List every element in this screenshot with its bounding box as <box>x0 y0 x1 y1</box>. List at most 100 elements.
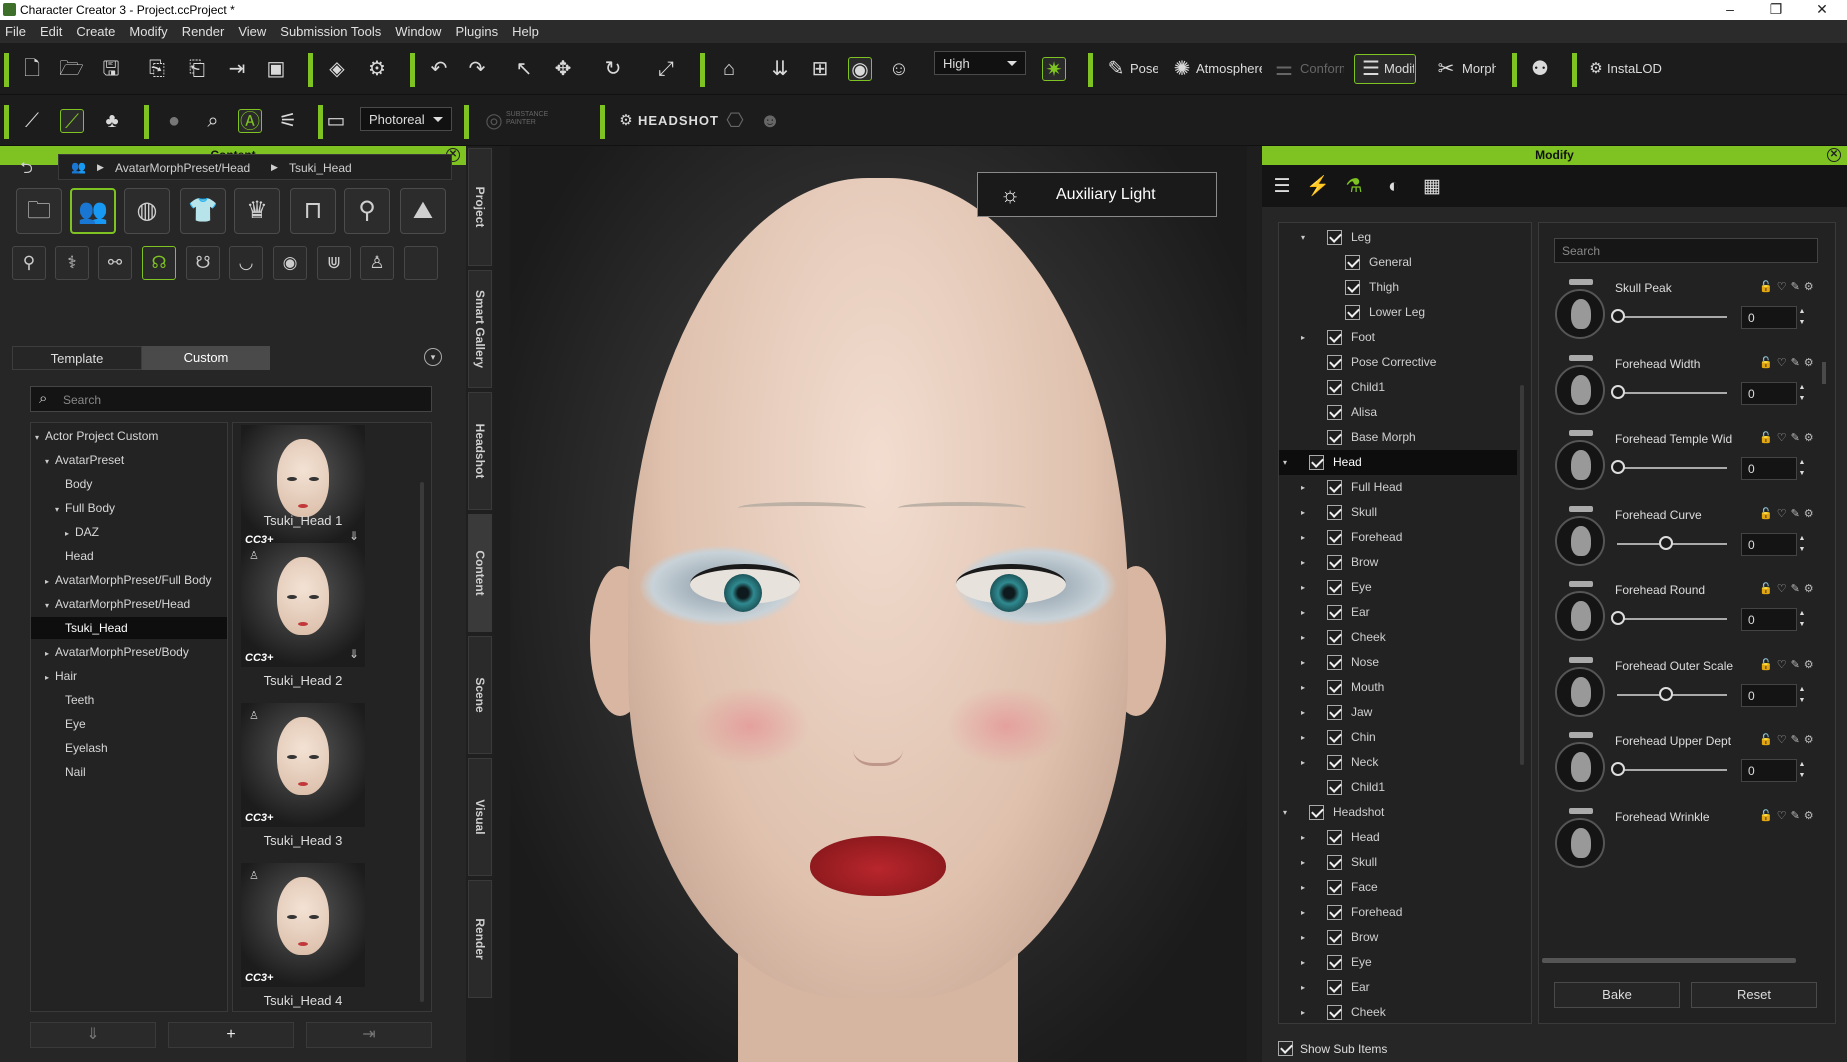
rotate-icon[interactable]: ↻ <box>601 57 625 81</box>
thumbnails-scrollbar[interactable] <box>420 482 424 1002</box>
expanded-arrow-icon[interactable]: ▾ <box>45 451 55 473</box>
pose-icon[interactable]: ✎ <box>1104 57 1128 81</box>
folder-tree-item[interactable]: ▾ AvatarMorphPreset/Head <box>31 593 227 615</box>
pose-library-icon[interactable]: ⚲ <box>344 188 390 234</box>
gizmo-icon[interactable]: ⟋ <box>20 109 44 133</box>
spinner-arrows-icon[interactable]: ▲ ▼ <box>1797 759 1807 782</box>
slider-search-input[interactable]: Search <box>1554 238 1818 263</box>
morph-tree-item[interactable]: ▸ Skull <box>1279 850 1531 875</box>
tab-smart-gallery[interactable]: Smart Gallery <box>468 270 492 388</box>
menu-file[interactable]: File <box>0 20 33 39</box>
reset-button[interactable]: Reset <box>1691 982 1817 1008</box>
tab-custom[interactable]: Custom <box>142 346 270 370</box>
favorite-icon[interactable]: ♡ <box>1777 583 1791 595</box>
morph-tree-item[interactable]: ▸ Ear <box>1279 975 1531 1000</box>
folder-tree-item[interactable]: ▸ AvatarMorphPreset/Full Body <box>31 569 227 591</box>
settings-icon[interactable]: ⚙ <box>1804 583 1818 595</box>
checkbox-icon[interactable] <box>1345 280 1360 295</box>
lock-icon[interactable]: 🔓 <box>1759 810 1777 822</box>
hair-icon[interactable]: ♙ <box>360 246 394 280</box>
conform-button[interactable]: Conform <box>1300 61 1344 76</box>
folder-tree-item[interactable]: Eye <box>31 713 227 735</box>
slider-knob[interactable] <box>1611 762 1625 776</box>
collapsed-arrow-icon[interactable]: ▸ <box>1301 650 1305 675</box>
folder-tree-item[interactable]: Nail <box>31 761 227 783</box>
edit-icon[interactable]: ✎ <box>1791 583 1804 595</box>
atmosphere-button[interactable]: Atmosphere <box>1196 61 1262 76</box>
zoom-icon[interactable]: ⌕ <box>201 109 225 133</box>
move-icon[interactable]: ✥ <box>551 57 575 81</box>
frame-selection-icon[interactable]: ⊞ <box>808 57 832 81</box>
menu-view[interactable]: View <box>231 20 273 39</box>
headshot-button[interactable]: HEADSHOT <box>638 113 719 128</box>
settings-icon[interactable]: ⚙ <box>1804 659 1818 671</box>
checkbox-icon[interactable] <box>1327 680 1342 695</box>
scale-icon[interactable]: ⤢ <box>654 57 678 81</box>
morph-tree-item[interactable]: Pose Corrective <box>1279 350 1531 375</box>
morph-tree-item[interactable]: ▸ Head <box>1279 825 1531 850</box>
head-morph-icon[interactable]: ☊ <box>142 246 176 280</box>
bake-button[interactable]: Bake <box>1554 982 1680 1008</box>
expanded-arrow-icon[interactable]: ▾ <box>45 595 55 617</box>
breadcrumb-item[interactable]: Tsuki_Head <box>289 161 352 175</box>
morph-tree-item[interactable]: ▸ Jaw <box>1279 700 1531 725</box>
lips-icon[interactable]: ◡ <box>229 246 263 280</box>
menu-submission-tools[interactable]: Submission Tools <box>273 20 388 39</box>
actor-library-icon[interactable]: 👥 <box>70 188 116 234</box>
instalod-icon[interactable]: ⚙ <box>1584 57 1608 81</box>
morph-button[interactable]: Morph <box>1462 61 1496 76</box>
morph-tree-item[interactable]: Base Morph <box>1279 425 1531 450</box>
checkbox-icon[interactable] <box>1327 555 1342 570</box>
apply-button[interactable]: ⇥ <box>306 1022 432 1048</box>
folder-tree-item[interactable]: Body <box>31 473 227 495</box>
folder-tree-item[interactable]: Eyelash <box>31 737 227 759</box>
morph-tree-item[interactable]: ▸ Cheek <box>1279 625 1531 650</box>
morph-tree-item[interactable]: General <box>1279 250 1531 275</box>
slider-track[interactable] <box>1617 769 1727 771</box>
checkbox-icon[interactable] <box>1327 705 1342 720</box>
atmosphere-icon[interactable]: ✺ <box>1170 57 1194 81</box>
spinner-arrows-icon[interactable]: ▲ ▼ <box>1797 306 1807 329</box>
spinner-arrows-icon[interactable]: ▲ ▼ <box>1797 684 1807 707</box>
morph-tree-item[interactable]: ▸ Full Head <box>1279 475 1531 500</box>
folder-tree-item[interactable]: Head <box>31 545 227 567</box>
face-profile-icon[interactable]: ☋ <box>186 246 220 280</box>
favorite-icon[interactable]: ♡ <box>1777 357 1791 369</box>
folder-library-icon[interactable]: 🗀 <box>16 188 62 234</box>
body-morph-icon[interactable]: ⚲ <box>12 246 46 280</box>
modify-button[interactable]: Modify <box>1384 61 1414 76</box>
mesh-edit-icon[interactable]: ⟋ <box>60 109 84 133</box>
settings-icon[interactable]: ⚙ <box>1804 508 1818 520</box>
slider-value-input[interactable]: 0 <box>1741 759 1797 782</box>
select-icon[interactable]: ↖ <box>512 57 536 81</box>
spinner-arrows-icon[interactable]: ▲ ▼ <box>1797 533 1807 556</box>
tab-scene[interactable]: Scene <box>468 636 492 754</box>
expanded-arrow-icon[interactable]: ▾ <box>1283 800 1287 825</box>
show-sub-items-checkbox[interactable]: Show Sub Items <box>1278 1040 1478 1058</box>
tab-visual[interactable]: Visual <box>468 758 492 876</box>
sphere-icon[interactable]: ● <box>162 109 186 133</box>
morph-tree-item[interactable]: ▸ Mouth <box>1279 675 1531 700</box>
render-mode-icon[interactable]: ▭ <box>324 109 348 133</box>
folder-tree-item[interactable]: ▸ AvatarMorphPreset/Body <box>31 641 227 663</box>
spinner-arrows-icon[interactable]: ▲ ▼ <box>1797 457 1807 480</box>
checkbox-icon[interactable] <box>1345 305 1360 320</box>
maximize-button[interactable]: ❐ <box>1753 0 1799 20</box>
morph-tree-item[interactable]: ▾ Headshot <box>1279 800 1531 825</box>
instalod-button[interactable]: InstaLOD <box>1607 61 1662 76</box>
pose-offset-icon[interactable]: ⚙ <box>365 57 389 81</box>
settings-icon[interactable]: ⚙ <box>1804 810 1818 822</box>
prop-library-icon[interactable]: ⊓ <box>290 188 336 234</box>
sliders-scrollbar[interactable] <box>1822 362 1826 384</box>
back-icon[interactable]: ⮌ <box>20 157 33 184</box>
eyelash-icon[interactable]: ⋓ <box>317 246 351 280</box>
cloth-library-icon[interactable]: 👕 <box>180 188 226 234</box>
slider-track[interactable] <box>1617 618 1727 620</box>
slider-value-input[interactable]: 0 <box>1741 457 1797 480</box>
collapsed-arrow-icon[interactable]: ▸ <box>1301 625 1305 650</box>
headshot-photo-icon[interactable]: ⎔ <box>723 109 747 133</box>
folder-tree-item[interactable]: Teeth <box>31 689 227 711</box>
edit-icon[interactable]: ✎ <box>1791 432 1804 444</box>
checkbox-icon[interactable] <box>1327 380 1342 395</box>
collapsed-arrow-icon[interactable]: ▸ <box>1301 1000 1305 1023</box>
